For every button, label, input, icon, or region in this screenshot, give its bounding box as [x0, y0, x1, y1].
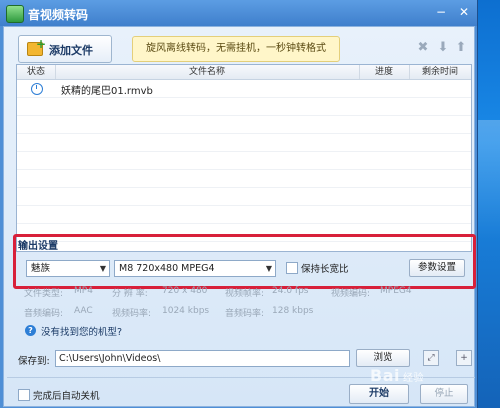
watermark-brand: Bai	[370, 366, 400, 385]
watermark-sub: 经验	[402, 373, 424, 384]
empty-row	[17, 98, 471, 116]
info-value: 128 kbps	[272, 306, 314, 316]
chevron-down-icon: ▼	[99, 264, 106, 273]
device-select[interactable]: 魅族 ▼	[26, 260, 110, 277]
browse-button[interactable]: 浏览	[356, 349, 410, 367]
window-content: 添加文件 旋风离线转码，无需挂机，一秒钟转格式 ✖ ⬇ ⬆ 状态 文件名称 进度…	[3, 26, 476, 407]
promo-banner[interactable]: 旋风离线转码，无需挂机，一秒钟转格式	[132, 36, 340, 62]
clock-icon	[31, 83, 43, 95]
info-label: 视频编码:	[331, 289, 371, 299]
title-bar[interactable]: 音视频转码 − ✕	[0, 0, 477, 26]
column-progress[interactable]: 进度	[359, 65, 410, 79]
save-to-label: 保存到:	[18, 356, 50, 367]
column-status[interactable]: 状态	[17, 65, 56, 79]
baidu-watermark: Bai 经验	[370, 366, 424, 385]
missing-model-link[interactable]: 没有找到您的机型?	[41, 324, 122, 338]
transcode-window: 音视频转码 − ✕ 添加文件 旋风离线转码，无需挂机，一秒钟转格式 ✖ ⬇ ⬆ …	[0, 0, 478, 408]
column-remaining[interactable]: 剩余时间	[409, 65, 471, 79]
info-label: 音频码率:	[225, 309, 265, 319]
info-label: 文件类型:	[24, 289, 64, 299]
file-name: 妖精的尾巴01.rmvb	[61, 86, 153, 97]
add-folder-icon[interactable]: +	[456, 350, 472, 366]
model-select[interactable]: M8 720x480 MPEG4 ▼	[114, 260, 276, 277]
file-list[interactable]: 状态 文件名称 进度 剩余时间 妖精的尾巴01.rmvb	[16, 64, 472, 252]
info-value: 1024 kbps	[162, 306, 210, 316]
add-file-label: 添加文件	[49, 44, 93, 57]
close-icon[interactable]: ✕	[455, 4, 473, 20]
open-folder-icon[interactable]: ⤢	[423, 350, 439, 366]
folder-add-icon	[27, 37, 46, 56]
table-row[interactable]: 妖精的尾巴01.rmvb	[17, 80, 471, 98]
info-label: 视频码率:	[112, 309, 152, 319]
delete-icon[interactable]: ✖	[416, 41, 430, 55]
info-label: 视频帧率:	[225, 289, 265, 299]
window-title: 音视频转码	[28, 8, 89, 22]
empty-row	[17, 224, 471, 242]
info-label: 分 辨 率:	[112, 289, 148, 299]
output-settings-title: 输出设置	[18, 241, 58, 252]
add-file-button[interactable]: 添加文件	[18, 35, 112, 63]
info-value: AAC	[74, 306, 93, 316]
empty-row	[17, 206, 471, 224]
move-down-icon[interactable]: ⬇	[436, 41, 450, 55]
empty-row	[17, 116, 471, 134]
help-icon: ?	[25, 325, 36, 336]
info-value: 24.0 fps	[272, 286, 309, 296]
keep-ratio-label: 保持长宽比	[301, 264, 349, 275]
move-up-icon[interactable]: ⬆	[454, 41, 468, 55]
empty-row	[17, 134, 471, 152]
column-filename[interactable]: 文件名称	[55, 65, 360, 79]
info-value: MPEG4	[380, 286, 412, 296]
keep-ratio-checkbox[interactable]	[286, 262, 298, 274]
model-value: M8 720x480 MPEG4	[119, 263, 215, 274]
device-value: 魅族	[31, 263, 51, 274]
start-button[interactable]: 开始	[349, 384, 409, 404]
shutdown-label: 完成后自动关机	[33, 391, 100, 402]
app-icon	[6, 5, 24, 23]
info-value: 720 x 480	[162, 286, 208, 296]
empty-row	[17, 188, 471, 206]
chevron-down-icon: ▼	[265, 264, 272, 273]
save-path-input[interactable]: C:\Users\John\Videos\	[55, 350, 350, 367]
empty-row	[17, 170, 471, 188]
info-value: MP4	[74, 286, 93, 296]
list-header: 状态 文件名称 进度 剩余时间	[17, 65, 471, 80]
minimize-icon[interactable]: −	[432, 4, 450, 20]
stop-button[interactable]: 停止	[420, 384, 468, 404]
params-settings-button[interactable]: 参数设置	[409, 259, 465, 277]
info-label: 音频编码:	[24, 309, 64, 319]
shutdown-checkbox[interactable]	[18, 389, 30, 401]
empty-row	[17, 152, 471, 170]
